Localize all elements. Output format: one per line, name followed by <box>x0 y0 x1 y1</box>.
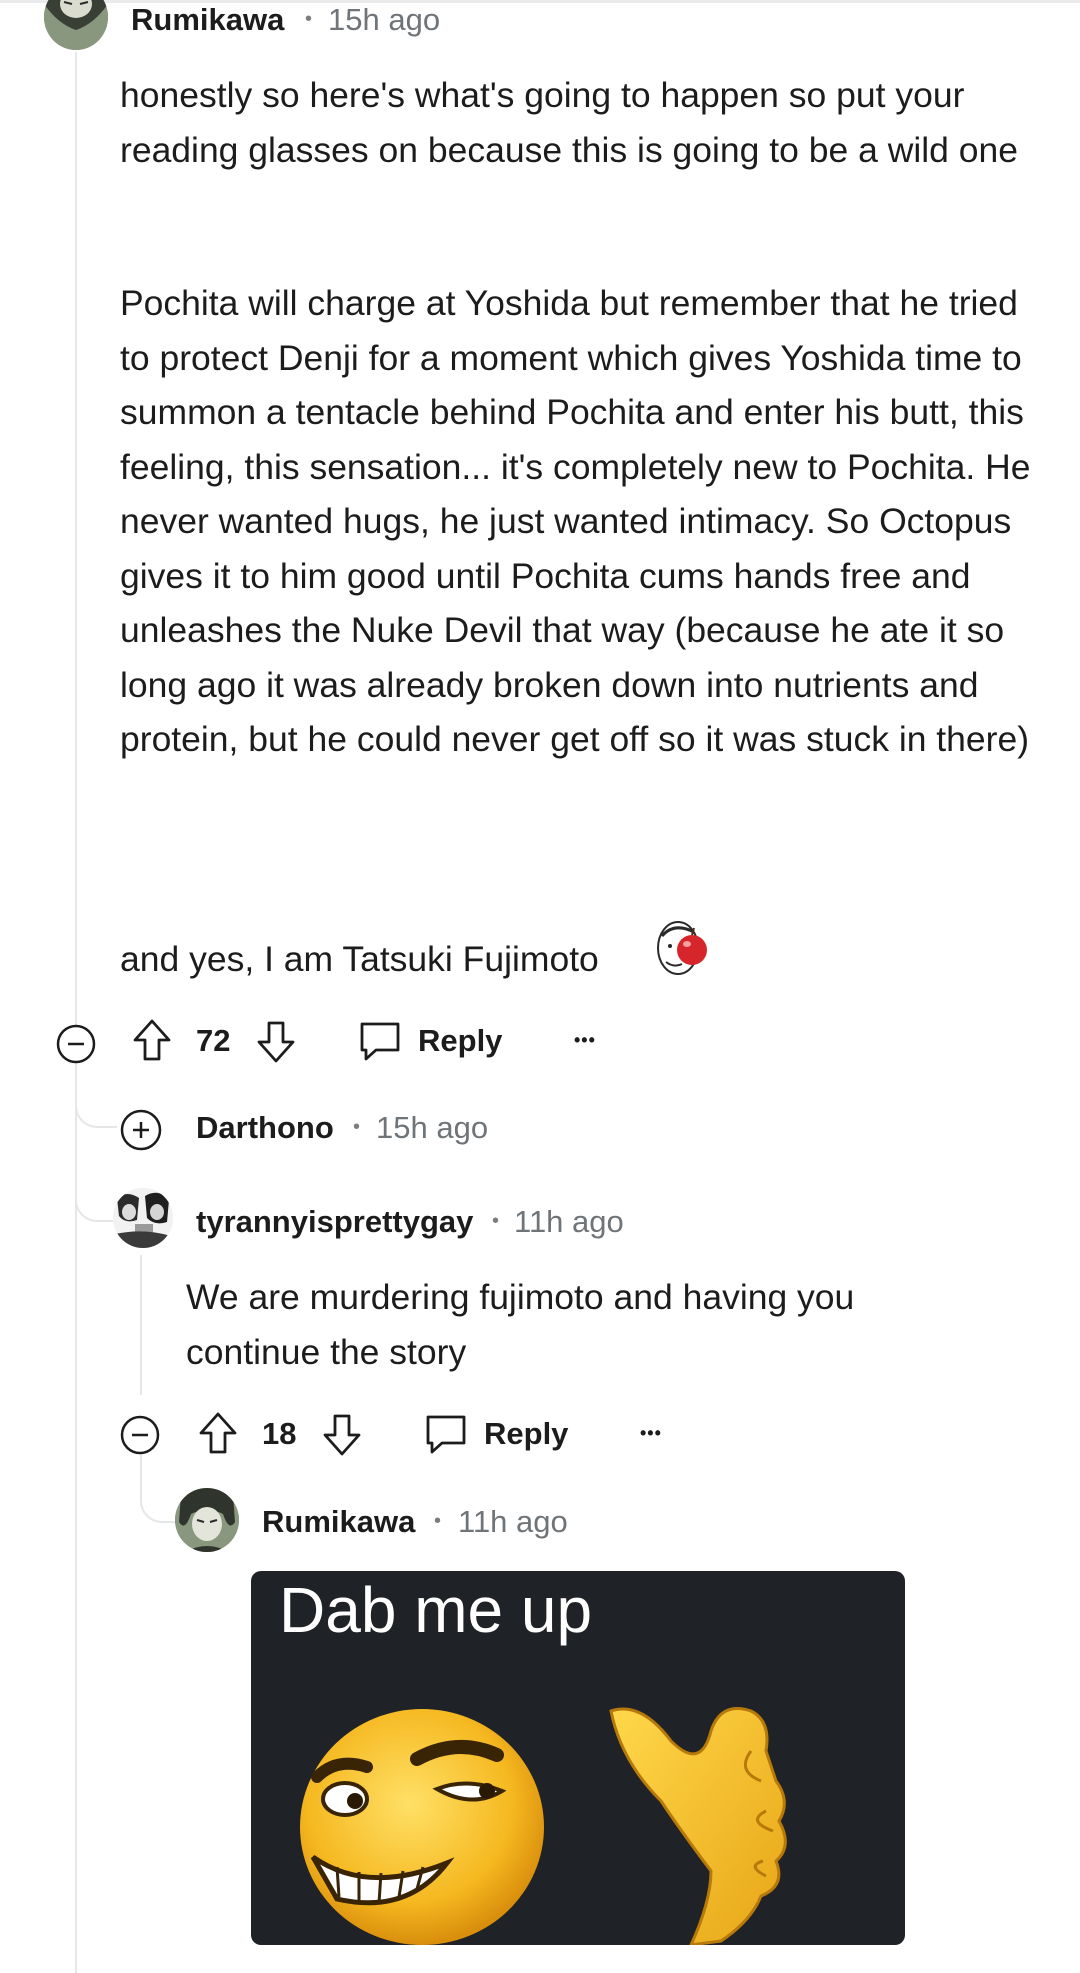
thumb-hand-icon <box>609 1707 787 1945</box>
avatar[interactable] <box>44 0 108 50</box>
collapse-minus-icon[interactable] <box>120 1415 160 1455</box>
vote-count: 18 <box>262 1416 297 1451</box>
meta-separator: • <box>353 1116 361 1138</box>
thread-line-main[interactable] <box>75 52 77 1973</box>
comment-username[interactable]: Rumikawa <box>131 2 284 38</box>
smirk-emoji-icon <box>300 1709 544 1945</box>
thread-connector <box>140 1453 176 1523</box>
comment-username[interactable]: Darthono <box>196 1110 334 1146</box>
fujimoto-emote-icon <box>654 918 710 982</box>
comment-timestamp: 11h ago <box>458 1504 568 1539</box>
meta-separator: • <box>305 8 313 30</box>
avatar[interactable] <box>113 1188 173 1248</box>
reply-button[interactable]: Reply <box>418 1023 502 1059</box>
meta-separator: • <box>434 1510 442 1532</box>
comment-username[interactable]: Rumikawa <box>262 1504 415 1540</box>
expand-plus-icon[interactable] <box>120 1109 162 1151</box>
downvote-arrow-icon[interactable] <box>256 1020 296 1064</box>
speech-bubble-icon[interactable] <box>358 1020 402 1062</box>
thread-line-reply[interactable] <box>140 1255 142 1395</box>
comment-paragraph: honestly so here's what's going to happe… <box>120 75 1018 170</box>
comment-timestamp: 15h ago <box>376 1110 489 1145</box>
reply-button[interactable]: Reply <box>484 1416 568 1452</box>
comment-image[interactable]: Dab me up <box>251 1571 905 1945</box>
comment-timestamp: 11h ago <box>514 1204 624 1239</box>
comment-paragraph: Pochita will charge at Yoshida but remem… <box>120 283 1031 759</box>
comment-timestamp: 15h ago <box>328 2 441 37</box>
comment-username[interactable]: tyrannyisprettygay <box>196 1204 473 1240</box>
meme-caption: Dab me up <box>279 1574 593 1646</box>
meta-separator: • <box>492 1210 500 1232</box>
upvote-arrow-icon[interactable] <box>198 1411 238 1455</box>
vote-count: 72 <box>196 1023 231 1058</box>
more-options-button[interactable]: ••• <box>574 1030 596 1051</box>
thread-connector <box>75 1060 117 1128</box>
comment-paragraph: We are murdering fujimoto and having you… <box>186 1277 855 1372</box>
avatar[interactable] <box>175 1488 239 1552</box>
more-options-button[interactable]: ••• <box>640 1423 662 1444</box>
collapse-minus-icon[interactable] <box>56 1024 96 1064</box>
speech-bubble-icon[interactable] <box>424 1413 468 1455</box>
upvote-arrow-icon[interactable] <box>132 1018 172 1062</box>
downvote-arrow-icon[interactable] <box>322 1413 362 1457</box>
thread-connector <box>75 1144 117 1222</box>
